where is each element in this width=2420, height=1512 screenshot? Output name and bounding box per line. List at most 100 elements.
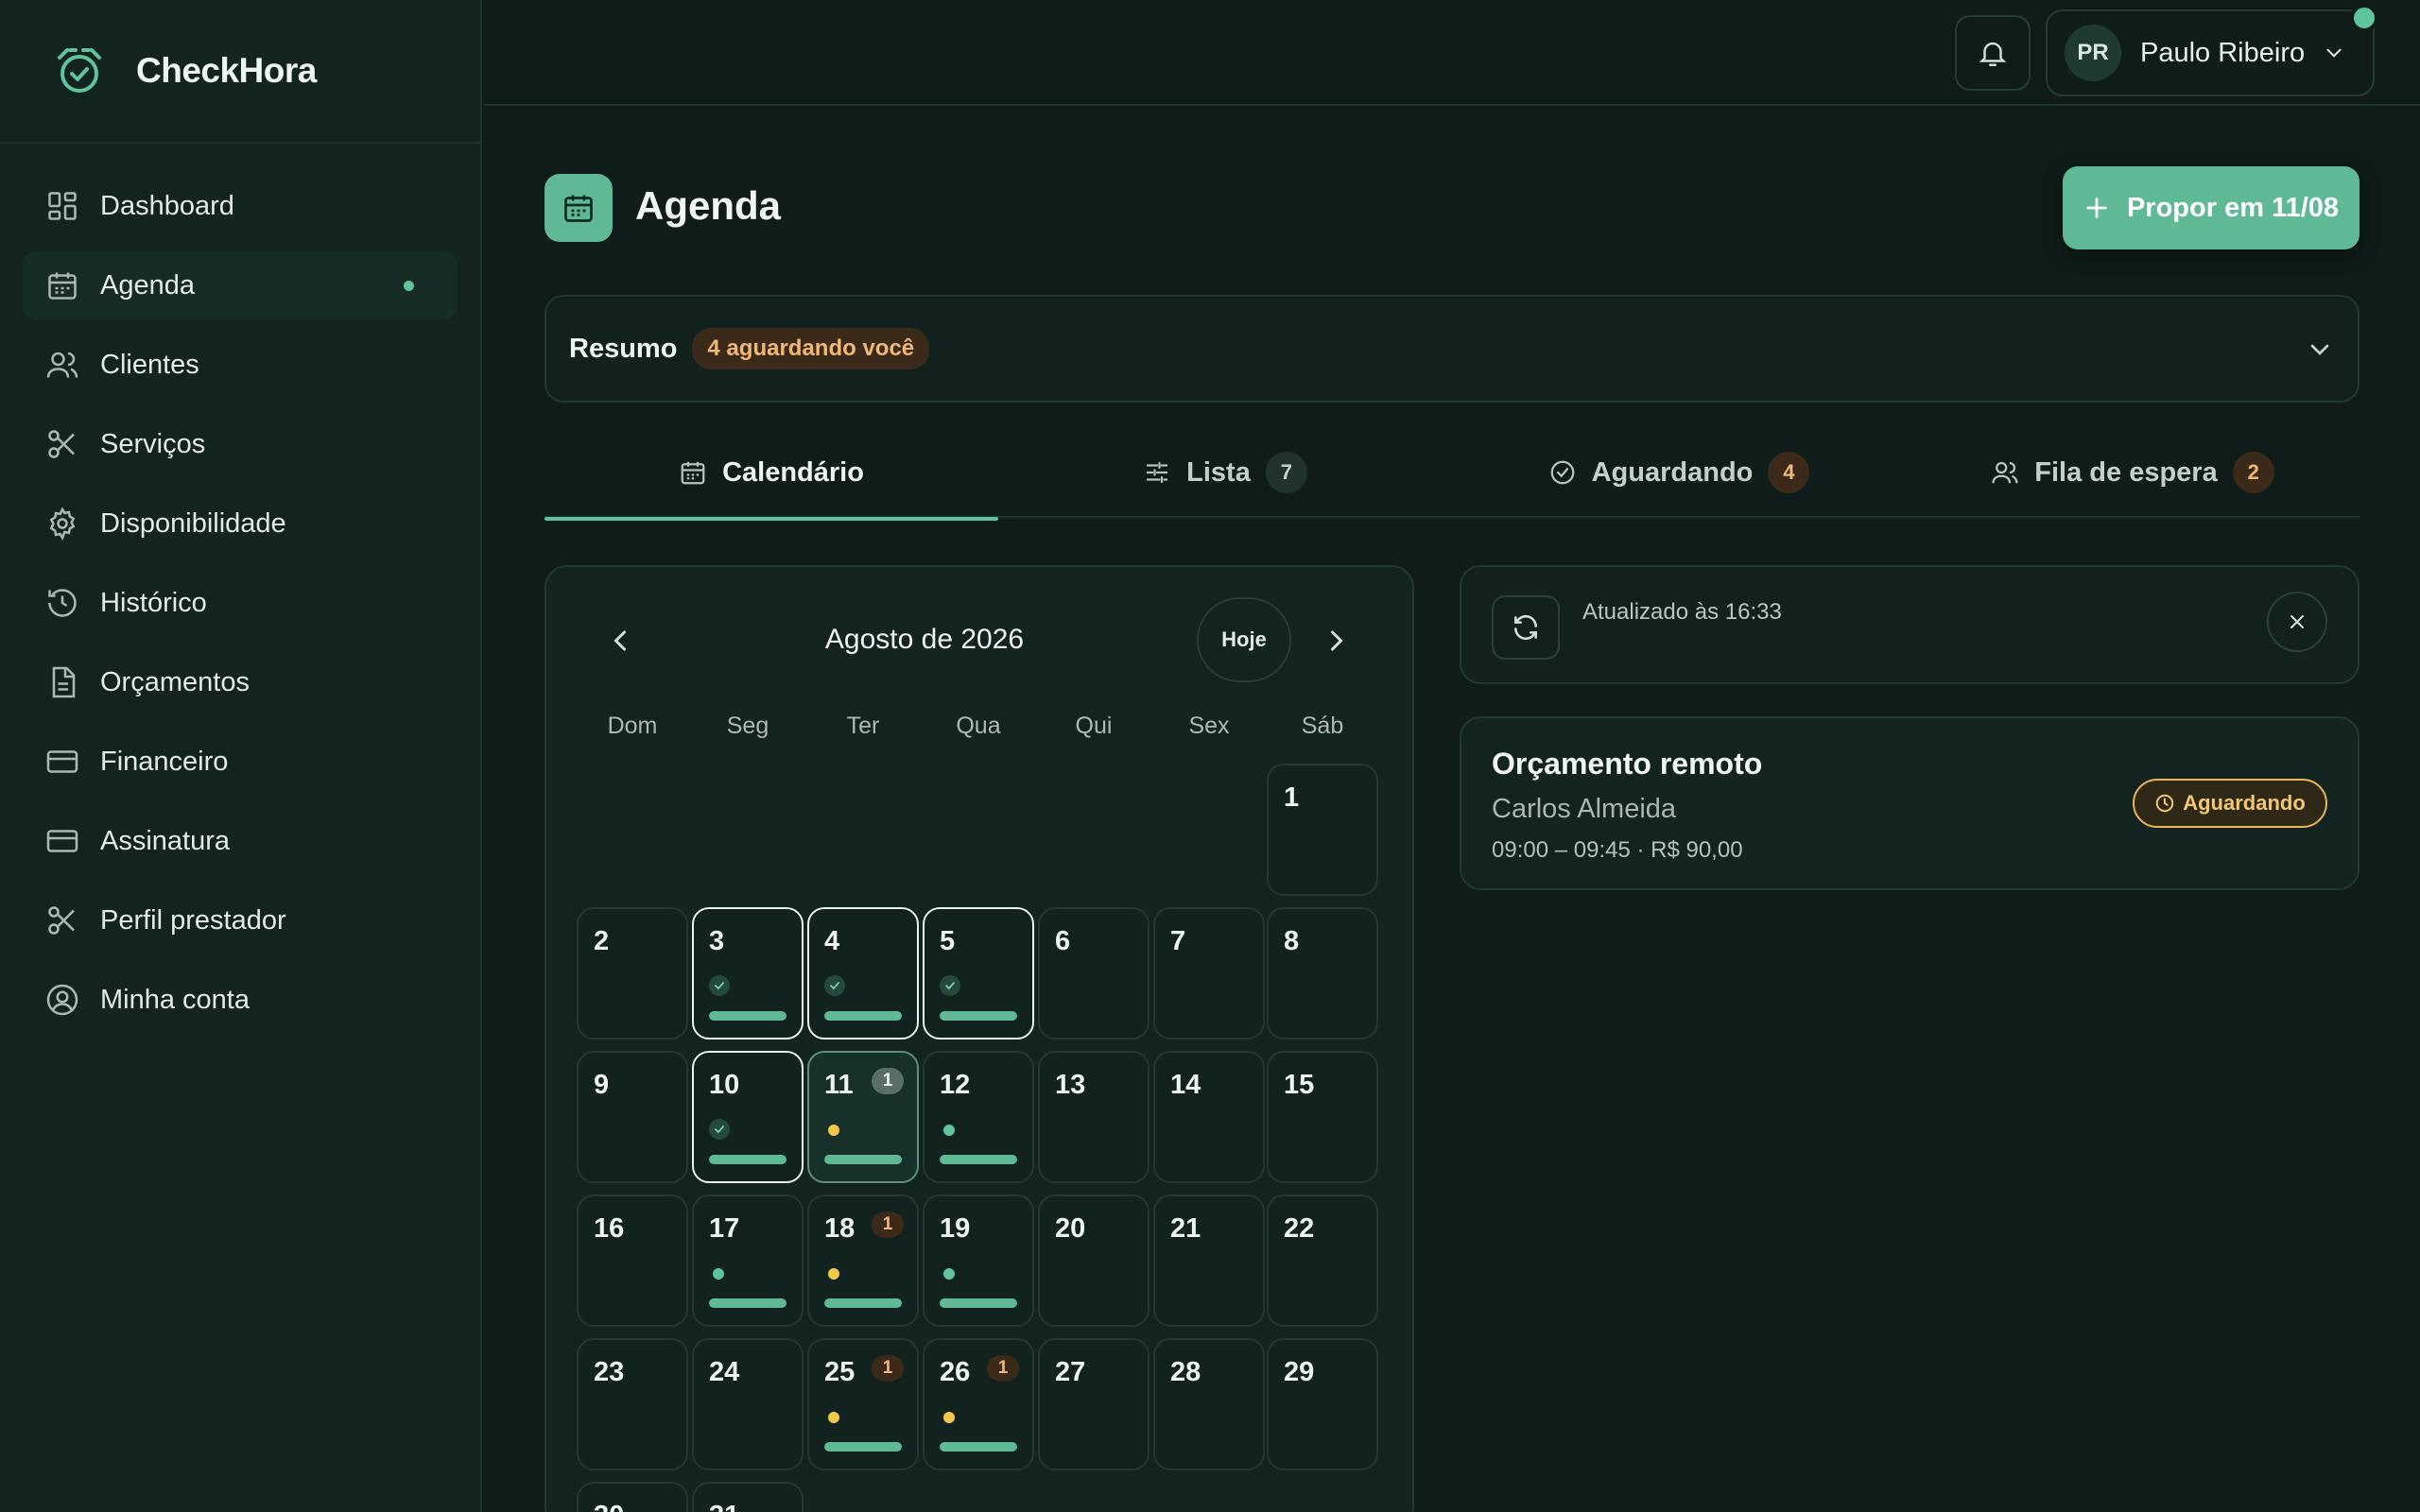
day-number: 29: [1284, 1357, 1315, 1387]
sidebar-item-historico[interactable]: Histórico: [23, 569, 458, 637]
calendar-day[interactable]: 10: [692, 1051, 804, 1183]
chevron-down-icon: [2326, 48, 2342, 58]
calendar-day[interactable]: 4: [807, 907, 919, 1040]
calendar-day[interactable]: 28: [1153, 1338, 1265, 1470]
check-icon: [709, 975, 730, 996]
notifications-button[interactable]: [1955, 15, 2031, 91]
calendar-day[interactable]: 17: [692, 1194, 804, 1327]
sidebar-item-label: Serviços: [100, 428, 206, 459]
calendar-day[interactable]: 15: [1267, 1051, 1378, 1183]
chevron-down-icon[interactable]: [2305, 335, 2335, 365]
sliders-icon: [1147, 461, 1168, 484]
calendar-day[interactable]: 2: [577, 907, 688, 1040]
day-number: 7: [1170, 926, 1186, 956]
status-badge: Aguardando: [2133, 779, 2327, 828]
day-pending-badge: 1: [987, 1355, 1019, 1382]
calendar-day[interactable]: 13: [1038, 1051, 1150, 1183]
day-number: 20: [1055, 1213, 1086, 1244]
sidebar-item-clientes[interactable]: Clientes: [23, 331, 458, 399]
calendar-day[interactable]: 14: [1153, 1051, 1265, 1183]
user-menu-button[interactable]: PR Paulo Ribeiro: [2046, 9, 2375, 96]
calendar-day[interactable]: 20: [1038, 1194, 1150, 1327]
weekday-label: Sex: [1188, 713, 1230, 739]
calendar-day[interactable]: 6: [1038, 907, 1150, 1040]
sidebar-item-assinatura[interactable]: Assinatura: [23, 807, 458, 875]
calendar-day[interactable]: 16: [577, 1194, 688, 1327]
pending-dot: [943, 1412, 955, 1423]
calendar-day[interactable]: 23: [577, 1338, 688, 1470]
close-button[interactable]: [2267, 592, 2327, 652]
sidebar-nav: Dashboard Agenda Clientes Serviços Dispo…: [0, 144, 480, 1034]
calendar-day[interactable]: 3: [692, 907, 804, 1040]
day-number: 10: [709, 1070, 740, 1100]
sidebar-item-label: Histórico: [100, 587, 207, 618]
calendar-day-selected[interactable]: 11 1: [807, 1051, 919, 1183]
tab-lista[interactable]: Lista 7: [998, 427, 1452, 518]
day-number: 8: [1284, 926, 1300, 956]
sidebar-item-label: Assinatura: [100, 825, 231, 856]
day-number: 18: [824, 1213, 856, 1244]
sidebar-item-orcamentos[interactable]: Orçamentos: [23, 648, 458, 716]
tab-count-badge: 7: [1265, 452, 1307, 493]
calendar-day[interactable]: 31: [692, 1482, 804, 1512]
status-label: Aguardando: [2183, 791, 2306, 815]
calendar-day[interactable]: 22: [1267, 1194, 1378, 1327]
day-availability-bar: [824, 1155, 902, 1164]
tab-calendario[interactable]: Calendário: [544, 427, 998, 521]
day-number: 4: [824, 926, 840, 956]
day-number: 1: [1284, 782, 1300, 813]
calendar-day[interactable]: 27: [1038, 1338, 1150, 1470]
tab-aguardando[interactable]: Aguardando 4: [1452, 427, 1906, 518]
calendar-day[interactable]: 1: [1267, 764, 1378, 896]
calendar-day[interactable]: 29: [1267, 1338, 1378, 1470]
calendar-day[interactable]: 7: [1153, 907, 1265, 1040]
calendar-day[interactable]: 26 1: [923, 1338, 1034, 1470]
day-availability-bar: [940, 1011, 1017, 1021]
day-number: 3: [709, 926, 725, 956]
refresh-button[interactable]: [1492, 595, 1560, 660]
users-icon: [1992, 461, 2018, 484]
calendar-day[interactable]: 25 1: [807, 1338, 919, 1470]
day-number: 11: [824, 1070, 854, 1100]
appointment-card[interactable]: Orçamento remoto Carlos Almeida 09:00 – …: [1460, 716, 2360, 890]
calendar-day[interactable]: 24: [692, 1338, 804, 1470]
tab-fila-de-espera[interactable]: Fila de espera 2: [1906, 427, 2360, 518]
resumo-panel[interactable]: Resumo 4 aguardando você: [544, 295, 2360, 403]
calendar-day[interactable]: 30: [577, 1482, 688, 1512]
pending-dot: [828, 1268, 839, 1280]
chevron-right-icon[interactable]: [1320, 624, 1354, 658]
calendar-day[interactable]: 9: [577, 1051, 688, 1183]
sidebar-item-dashboard[interactable]: Dashboard: [23, 172, 458, 240]
propose-button[interactable]: Propor em 11/08: [2063, 166, 2360, 249]
day-number: 27: [1055, 1357, 1086, 1387]
calendar-day[interactable]: 5: [923, 907, 1034, 1040]
day-number: 17: [709, 1213, 740, 1244]
calendar-day[interactable]: 8: [1267, 907, 1378, 1040]
appointment-client: Carlos Almeida: [1492, 794, 1677, 824]
day-availability-bar: [709, 1298, 786, 1308]
user-circle-icon: [46, 984, 78, 1016]
sidebar-item-label: Orçamentos: [100, 666, 250, 697]
sidebar-item-agenda[interactable]: Agenda: [23, 251, 458, 319]
updated-timestamp: Atualizado às 16:33: [1582, 599, 1782, 625]
sidebar-item-minha-conta[interactable]: Minha conta: [23, 966, 458, 1034]
calendar-day[interactable]: 21: [1153, 1194, 1265, 1327]
sidebar-item-disponibilidade[interactable]: Disponibilidade: [23, 490, 458, 558]
bell-icon: [1979, 42, 2007, 66]
day-availability-bar: [824, 1298, 902, 1308]
day-number: 26: [940, 1357, 971, 1387]
calendar-day[interactable]: 12: [923, 1051, 1034, 1183]
brand[interactable]: CheckHora: [0, 0, 480, 144]
check-icon: [940, 975, 960, 996]
day-number: 30: [594, 1501, 624, 1512]
clock-icon: [2155, 794, 2174, 813]
calendar-day[interactable]: 19: [923, 1194, 1034, 1327]
dashboard-icon: [48, 192, 77, 220]
day-number: 6: [1055, 926, 1071, 956]
sidebar-item-financeiro[interactable]: Financeiro: [23, 728, 458, 796]
calendar-day[interactable]: 18 1: [807, 1194, 919, 1327]
sidebar-item-servicos[interactable]: Serviços: [23, 410, 458, 478]
sidebar-item-perfil-prestador[interactable]: Perfil prestador: [23, 886, 458, 954]
today-button[interactable]: Hoje: [1197, 597, 1291, 682]
tab-count-badge: 4: [1768, 452, 1810, 493]
